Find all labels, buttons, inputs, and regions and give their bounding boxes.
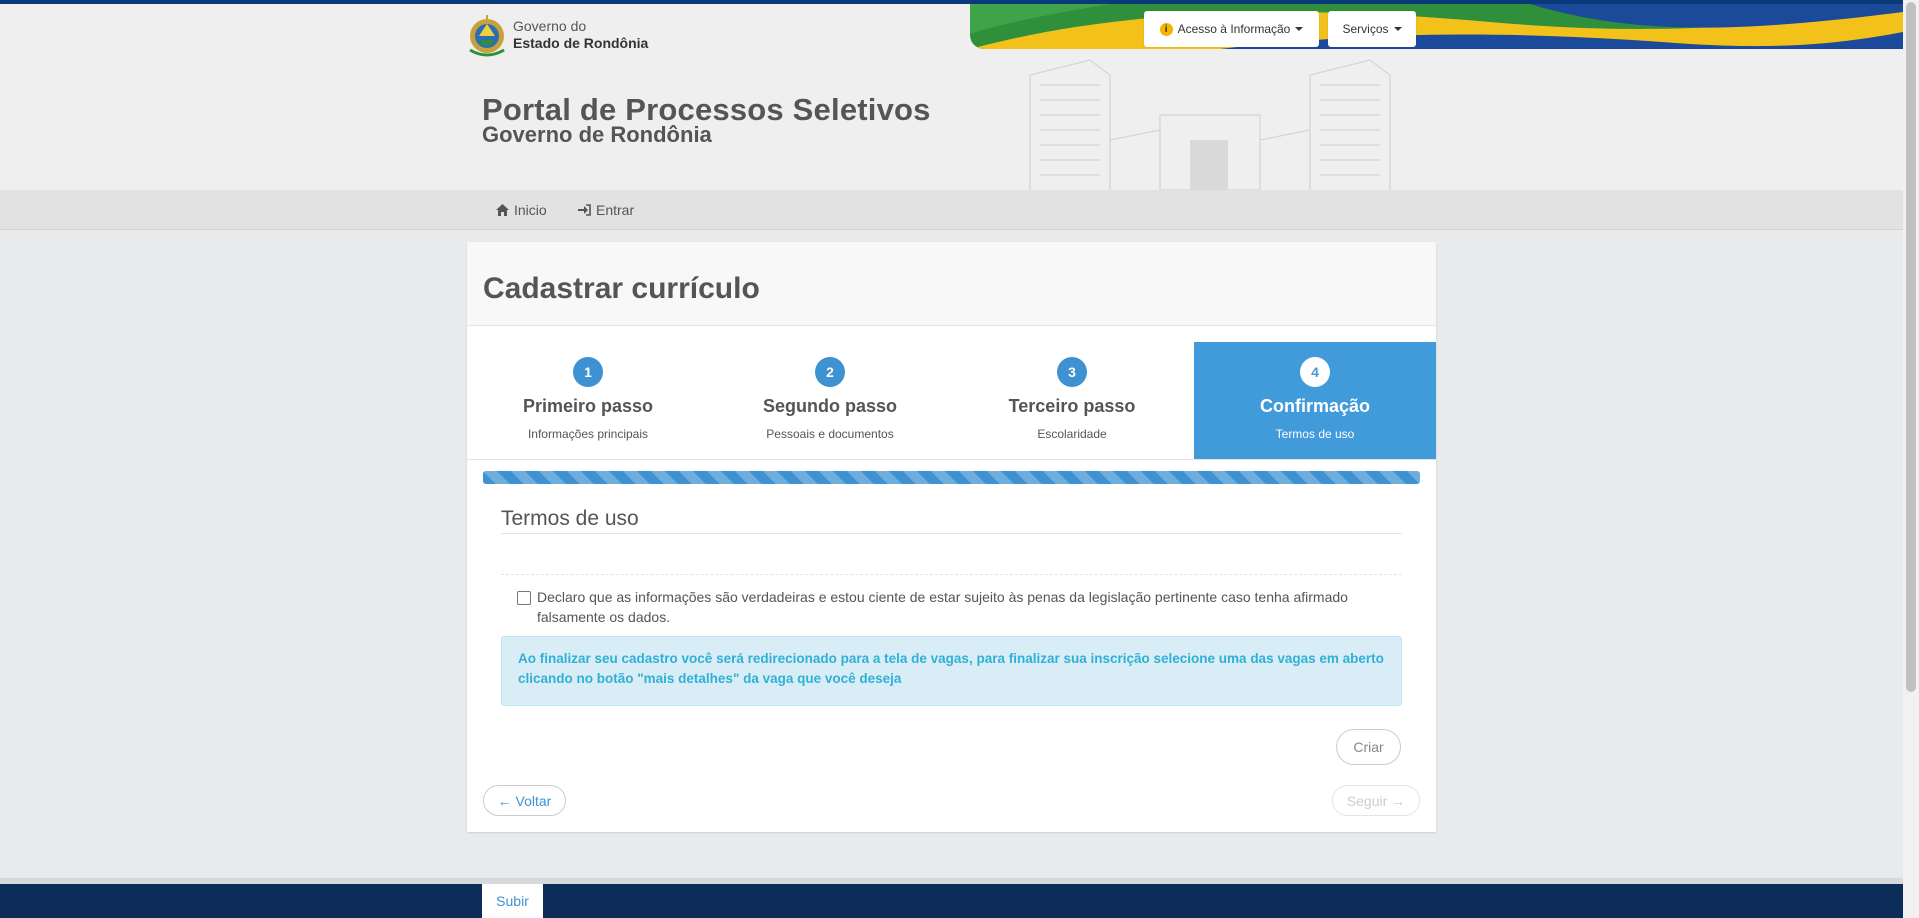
buildings-illustration [1029,59,1391,190]
step-4[interactable]: 4 Confirmação Termos de uso [1194,342,1436,459]
step-subtitle: Termos de uso [1275,427,1355,441]
nav-home-label: Inicio [514,201,547,218]
nav-home[interactable]: Inicio [496,190,547,229]
agree-checkbox-label[interactable]: Declaro que as informações são verdadeir… [537,587,1377,627]
step-title: Primeiro passo [522,396,654,416]
create-button[interactable]: Criar [1336,729,1401,765]
home-icon [496,203,509,216]
access-info-label: Acesso à Informação [1177,22,1291,36]
step-2[interactable]: 2 Segundo passo Pessoais e documentos [709,342,951,459]
step-3[interactable]: 3 Terceiro passo Escolaridade [951,342,1193,459]
divider [501,574,1402,575]
progress-bar [483,471,1420,484]
back-to-top-button[interactable]: Subir [482,884,543,918]
info-alert: Ao finalizar seu cadastro você será redi… [501,636,1402,706]
step-subtitle: Pessoais e documentos [766,427,894,441]
access-info-button[interactable]: i Acesso à Informação [1144,11,1319,47]
step-subtitle: Informações principais [527,427,649,441]
nav-login[interactable]: Entrar [578,190,634,229]
step-number: 4 [1300,357,1330,387]
terms-heading: Termos de uso [501,507,639,530]
caret-down-icon [1295,27,1304,31]
flag-banner-graphic [970,4,1903,49]
step-number: 1 [573,357,603,387]
divider [501,533,1402,534]
main-nav: Inicio Entrar [0,190,1903,230]
wizard-steps: 1 Primeiro passo Informações principais … [467,342,1436,460]
page-scrollbar[interactable] [1903,0,1919,918]
logo-text-line1: Governo do [513,18,587,34]
step-subtitle: Escolaridade [1037,427,1107,441]
panel-header: Cadastrar currículo [467,242,1436,326]
step-number: 3 [1057,357,1087,387]
scrollbar-thumb[interactable] [1906,2,1916,692]
step-title: Segundo passo [762,396,897,416]
back-button[interactable]: ← Voltar [483,785,566,816]
registration-panel: Cadastrar currículo 1 Primeiro passo Inf… [467,242,1436,832]
page-title: Cadastrar currículo [483,272,760,305]
nav-login-label: Entrar [596,201,635,218]
step-number: 2 [815,357,845,387]
step-1[interactable]: 1 Primeiro passo Informações principais [467,342,709,459]
agree-checkbox[interactable] [517,591,531,605]
step-title: Confirmação [1259,396,1371,416]
sign-in-icon [578,203,591,216]
portal-subtitle: Governo de Rondônia [482,122,712,147]
info-icon: i [1159,22,1173,36]
next-button[interactable]: Seguir → [1332,785,1420,816]
services-label: Serviços [1342,22,1389,36]
site-header: Governo do Estado de Rondônia i Acesso à… [0,0,1903,190]
step-title: Terceiro passo [1008,396,1136,416]
services-button[interactable]: Serviços [1328,11,1416,47]
logo-text-line2: Estado de Rondônia [513,35,649,51]
caret-down-icon [1393,27,1402,31]
site-footer [0,878,1903,918]
